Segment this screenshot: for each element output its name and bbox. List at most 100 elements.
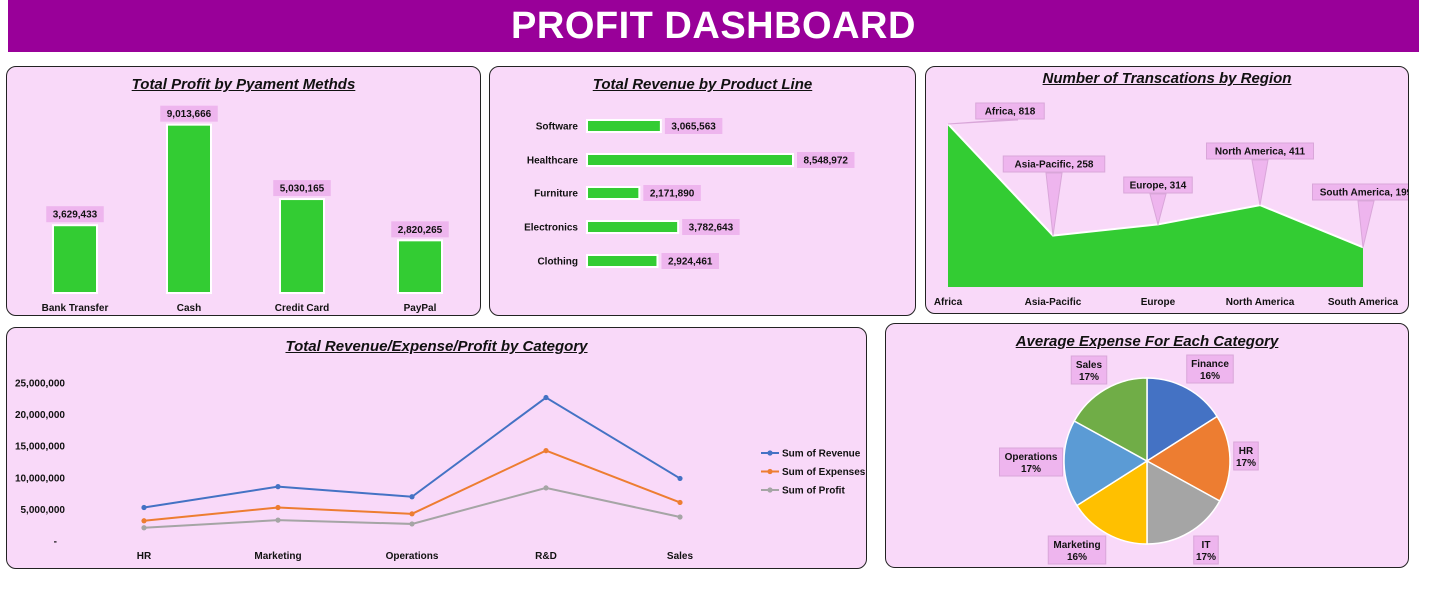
tick-label: Cash: [177, 303, 201, 314]
callout-label: Europe, 314: [1130, 181, 1187, 192]
callout-pointer: [1357, 200, 1375, 248]
y-tick-label: 10,000,000: [15, 473, 65, 484]
x-tick-label: R&D: [535, 551, 557, 562]
y-tick-label: 5,000,000: [21, 505, 66, 516]
data-label: 9,013,666: [167, 109, 212, 120]
series-point: [677, 499, 683, 506]
bar: [397, 239, 443, 294]
tick-label: Healthcare: [527, 156, 579, 167]
callout-label: Asia-Pacific, 258: [1015, 160, 1094, 171]
series-point: [677, 475, 683, 482]
tick-label: Furniture: [534, 189, 578, 200]
revenue-expense-profit-panel: Total Revenue/Expense/Profit by Category…: [6, 327, 867, 569]
series-point: [141, 525, 147, 531]
slice-label-pct: 17%: [1079, 372, 1099, 383]
y-tick-label: 15,000,000: [15, 442, 65, 453]
x-tick-label: Marketing: [254, 551, 301, 562]
bar: [52, 224, 98, 295]
series-point: [543, 394, 549, 401]
callout-pointer: [947, 119, 1019, 125]
y-tick-label: 25,000,000: [15, 379, 65, 390]
slice-label-pct: 17%: [1236, 458, 1256, 469]
tick-label: Electronics: [524, 223, 578, 234]
data-label: 5,030,165: [280, 184, 325, 195]
series-point: [409, 521, 415, 527]
tick-label: Asia-Pacific: [1025, 297, 1082, 308]
callout-label: South America, 199: [1320, 188, 1409, 199]
callout-pointer: [1045, 172, 1063, 236]
series-point: [543, 448, 549, 454]
payment-bar-chart: 3,629,433 Bank Transfer 9,013,666 Cash 5,030…: [42, 105, 449, 314]
average-expense-panel: Average Expense For Each Category Financ…: [885, 323, 1409, 568]
y-tick-label: -: [54, 537, 57, 548]
slice-label-pct: 17%: [1021, 464, 1041, 475]
data-label: 3,065,563: [671, 122, 716, 133]
product-bar-chart: Software 3,065,563 Healthcare 8,548,972 Furn…: [524, 118, 855, 269]
expense-pie-chart: Finance16%HR17%IT17%Marketing16%Operatio…: [999, 354, 1259, 565]
callout-pointer: [1251, 159, 1269, 206]
tick-label: North America: [1226, 297, 1295, 308]
data-label: 2,820,265: [398, 225, 443, 236]
bar: [586, 119, 662, 133]
data-label: 2,924,461: [668, 257, 713, 268]
tick-label: Clothing: [537, 257, 578, 268]
category-line-chart: - 5,000,000 10,000,000 15,000,000 20,000,000…: [15, 379, 866, 563]
series-point: [141, 518, 147, 524]
data-label: 2,171,890: [650, 189, 695, 200]
series-line: [143, 449, 681, 522]
dashboard-title: PROFIT DASHBOARD: [511, 4, 916, 47]
slice-label-pct: 16%: [1200, 371, 1220, 382]
legend-marker: [767, 487, 773, 493]
data-label: 3,629,433: [53, 210, 98, 221]
slice-label-name: HR: [1239, 446, 1254, 457]
dashboard-banner: PROFIT DASHBOARD: [8, 0, 1419, 52]
slice-label-name: Sales: [1076, 360, 1103, 371]
slice-label-name: IT: [1202, 540, 1211, 551]
transactions-by-region-panel: Number of Transcations by Region Africa,…: [925, 66, 1409, 314]
bar: [586, 220, 680, 234]
y-tick-label: 20,000,000: [15, 410, 65, 421]
bar: [586, 254, 659, 268]
legend-label: Sum of Revenue: [782, 449, 861, 460]
series-point: [409, 511, 415, 517]
x-tick-label: Sales: [667, 551, 694, 562]
tick-label: Bank Transfer: [42, 303, 109, 314]
legend-label: Sum of Expenses: [782, 467, 866, 478]
callout-pointer: [1149, 193, 1167, 227]
x-tick-label: Operations: [386, 551, 439, 562]
series-point: [141, 504, 147, 511]
tick-label: PayPal: [404, 303, 437, 314]
slice-label-name: Marketing: [1053, 540, 1100, 551]
series-point: [275, 517, 281, 523]
profit-by-payment-panel: Total Profit by Pyament Methds 3,629,433…: [6, 66, 481, 316]
slice-label-name: Operations: [1005, 452, 1058, 463]
data-label: 8,548,972: [804, 156, 849, 167]
bar: [586, 186, 641, 200]
tick-label: Africa: [934, 297, 963, 308]
bar: [586, 153, 794, 167]
bar: [279, 198, 325, 294]
callout-label: Africa, 818: [985, 107, 1036, 118]
slice-label-pct: 16%: [1067, 552, 1087, 563]
series-point: [409, 494, 415, 500]
series-point: [275, 504, 281, 511]
series-point: [677, 514, 683, 520]
legend-label: Sum of Profit: [782, 486, 845, 497]
region-area-chart: Africa, 818 Africa Asia-Pacific, 258 Asia-P…: [934, 102, 1409, 308]
bar: [166, 123, 212, 294]
tick-label: Credit Card: [275, 303, 329, 314]
tick-label: Software: [536, 122, 579, 133]
data-label: 3,782,643: [689, 223, 734, 234]
tick-label: Europe: [1141, 297, 1176, 308]
series-point: [543, 485, 549, 491]
slice-label-pct: 17%: [1196, 552, 1216, 563]
tick-label: South America: [1328, 297, 1399, 308]
series-line: [143, 396, 681, 509]
callout-label: North America, 411: [1215, 147, 1306, 158]
legend-marker: [767, 450, 773, 456]
x-tick-label: HR: [137, 551, 152, 562]
series-point: [275, 484, 281, 490]
slice-label-name: Finance: [1191, 359, 1229, 370]
revenue-by-product-panel: Total Revenue by Product Line Software 3,…: [489, 66, 916, 316]
legend-marker: [767, 468, 773, 475]
